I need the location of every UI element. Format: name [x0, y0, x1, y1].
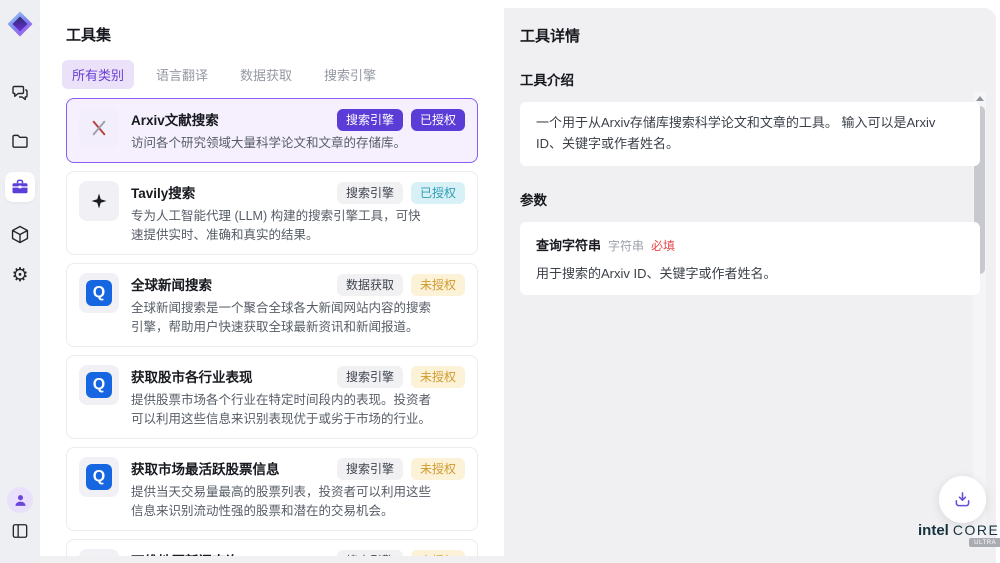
category-badge: 搜索引擎	[337, 109, 403, 131]
package-icon[interactable]	[10, 224, 31, 245]
tool-card-0-selected[interactable]: Arxiv文献搜索 访问各个研究领域大量科学论文和文章的存储库。 搜索引擎 已授…	[66, 98, 478, 163]
chat-icon[interactable]	[10, 83, 31, 104]
page-title: 工具集	[66, 24, 504, 45]
parameter-type: 字符串	[608, 237, 644, 254]
tool-intro-text: 一个用于从Arxiv存储库搜索科学论文和文章的工具。 输入可以是Arxiv ID…	[520, 102, 980, 166]
sidebar-rail: ⚙	[0, 0, 40, 563]
tab-1[interactable]: 语言翻译	[146, 60, 218, 89]
tool-list-panel: 工具集 所有类别语言翻译数据获取搜索引擎 Arxiv文献搜索 访问各个研究领域大…	[40, 8, 504, 556]
tool-description: 专为人工智能代理 (LLM) 构建的搜索引擎工具，可快速提供实时、准确和真实的结…	[131, 207, 433, 245]
tab-3[interactable]: 搜索引擎	[314, 60, 386, 89]
user-icon[interactable]	[7, 487, 33, 513]
intel-core-logo: intelCORE ultra	[918, 522, 999, 540]
detail-title: 工具详情	[520, 25, 980, 46]
app-logo	[7, 11, 33, 37]
category-badge: 搜索引擎	[337, 550, 403, 556]
blue-q-logo: Q	[86, 372, 112, 398]
parameter-description: 用于搜索的Arxiv ID、关键字或作者姓名。	[536, 263, 964, 282]
ultra-badge: ultra	[969, 538, 1000, 547]
category-tabs: 所有类别语言翻译数据获取搜索引擎	[62, 60, 504, 89]
toolbox-icon-active[interactable]	[5, 172, 35, 202]
category-badge: 搜索引擎	[337, 366, 403, 388]
blue-q-icon: Q	[79, 365, 119, 405]
tool-card-4[interactable]: Q 获取市场最活跃股票信息 提供当天交易量最高的股票列表，投资者可以利用这些信息…	[66, 447, 478, 531]
tavily-star-icon	[79, 181, 119, 221]
parameter-name: 查询字符串	[536, 235, 601, 254]
tab-0[interactable]: 所有类别	[62, 60, 134, 89]
category-badge: 数据获取	[337, 274, 403, 296]
blue-q-logo: Q	[86, 280, 112, 306]
parameter-header: 查询字符串 字符串 必填	[536, 235, 964, 254]
tool-description: 全球新闻搜索是一个聚合全球各大新闻网站内容的搜索引擎，帮助用户快速获取全球最新资…	[131, 299, 433, 337]
status-badge: 已授权	[411, 182, 465, 204]
status-badge: 未授权	[411, 366, 465, 388]
tool-card-1[interactable]: Tavily搜索 专为人工智能代理 (LLM) 构建的搜索引擎工具，可快速提供实…	[66, 171, 478, 255]
params-section-label: 参数	[520, 189, 980, 209]
blue-q-icon: Q	[79, 273, 119, 313]
intro-section-label: 工具介绍	[520, 69, 980, 89]
status-badge: 未授权	[411, 550, 465, 556]
tool-description: 提供当天交易量最高的股票列表，投资者可以利用这些信息来识别流动性强的股票和潜在的…	[131, 483, 433, 521]
tool-card-3[interactable]: Q 获取股市各行业表现 提供股票市场各个行业在特定时间段内的表现。投资者可以利用…	[66, 355, 478, 439]
tool-description: 访问各个研究领域大量科学论文和文章的存储库。	[131, 134, 433, 153]
status-badge: 未授权	[411, 458, 465, 480]
parameter-card: 查询字符串 字符串 必填 用于搜索的Arxiv ID、关键字或作者姓名。	[520, 222, 980, 295]
panel-toggle-icon[interactable]	[10, 521, 30, 541]
tool-description: 提供股票市场各个行业在特定时间段内的表现。投资者可以利用这些信息来识别表现优于或…	[131, 391, 433, 429]
category-badge: 搜索引擎	[337, 458, 403, 480]
status-badge: 未授权	[411, 274, 465, 296]
tab-2[interactable]: 数据获取	[230, 60, 302, 89]
blue-q-icon: Q	[79, 457, 119, 497]
status-badge: 已授权	[411, 109, 465, 131]
tool-card-5[interactable]: 万维地区新闻查询 查询具体行政区划内的新闻，快速了解各地新闻动 搜索引擎 未授权	[66, 539, 478, 556]
main-area: 工具集 所有类别语言翻译数据获取搜索引擎 Arxiv文献搜索 访问各个研究领域大…	[40, 8, 996, 563]
arxiv-icon	[79, 108, 119, 148]
category-badge: 搜索引擎	[337, 182, 403, 204]
parameter-required-badge: 必填	[651, 237, 675, 254]
tool-card-2[interactable]: Q 全球新闻搜索 全球新闻搜索是一个聚合全球各大新闻网站内容的搜索引擎，帮助用户…	[66, 263, 478, 347]
newspaper-icon	[79, 549, 119, 556]
settings-gear-icon[interactable]: ⚙	[11, 266, 28, 285]
folder-icon[interactable]	[10, 131, 31, 152]
download-button[interactable]	[939, 476, 986, 523]
download-icon	[952, 489, 973, 510]
tool-detail-panel: 工具详情 工具介绍 一个用于从Arxiv存储库搜索科学论文和文章的工具。 输入可…	[504, 8, 996, 563]
blue-q-logo: Q	[86, 464, 112, 490]
core-wordmark: CORE	[953, 522, 999, 538]
tool-card-list: Arxiv文献搜索 访问各个研究领域大量科学论文和文章的存储库。 搜索引擎 已授…	[66, 98, 478, 556]
intel-wordmark: intel	[918, 522, 949, 539]
